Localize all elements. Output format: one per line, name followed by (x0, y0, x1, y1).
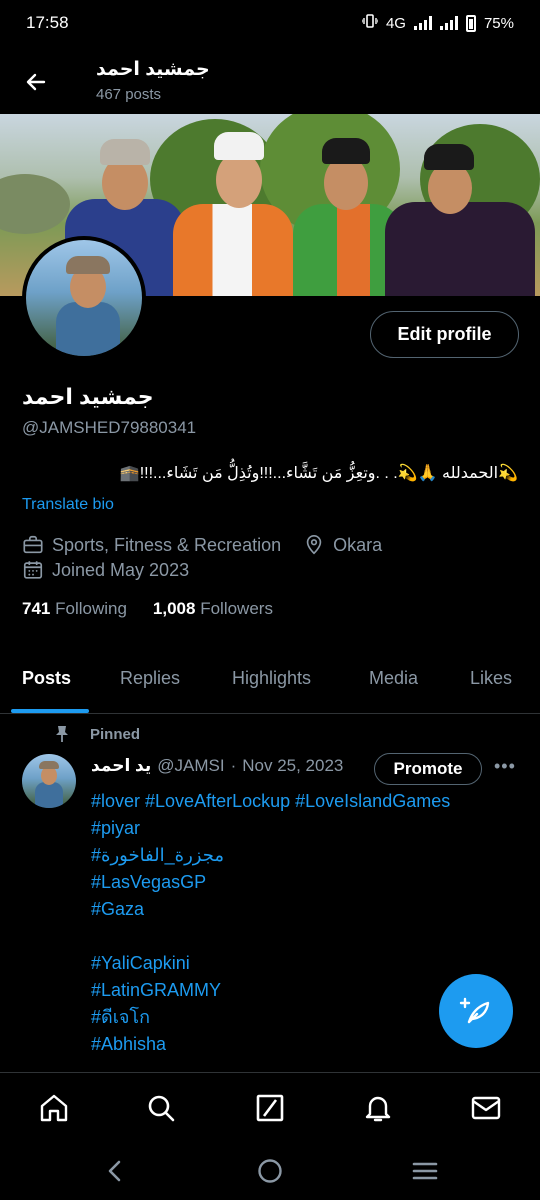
active-tab-indicator (11, 709, 89, 713)
status-icons: 4G 75% (361, 14, 514, 32)
system-back-button[interactable] (100, 1156, 130, 1186)
messages-icon (471, 1096, 501, 1120)
hashtag-line[interactable]: #LasVegasGP (91, 869, 521, 896)
followers-count: 1,008 (152, 599, 196, 618)
nav-search[interactable] (144, 1091, 178, 1125)
nav-messages[interactable] (469, 1091, 503, 1125)
promote-button[interactable]: Promote (374, 753, 482, 785)
nav-notifications[interactable] (361, 1091, 395, 1125)
status-time: 17:58 (26, 13, 69, 32)
hashtag-line[interactable]: #مجزرة_الفاخورة (91, 842, 521, 869)
search-icon (148, 1095, 175, 1122)
profile-header: جمشید احمد 467 posts (0, 52, 540, 112)
followers-link[interactable]: 1,008 Followers (153, 599, 273, 619)
banner-person (168, 114, 298, 296)
battery-level: 75% (483, 14, 514, 32)
profile-handle: @JAMSHED79880341 (22, 418, 197, 437)
status-bar: 17:58 4G 75% (0, 0, 540, 46)
header-post-count: 467 posts (96, 86, 162, 103)
hashtag-line[interactable]: #lover #LoveAfterLockup #LoveIslandGames (91, 788, 521, 815)
grok-icon (256, 1094, 284, 1122)
compose-post-button[interactable] (439, 974, 513, 1048)
arrow-left-icon (26, 73, 46, 91)
tab-highlights[interactable]: Highlights (232, 668, 311, 689)
notifications-icon (365, 1096, 391, 1122)
pinned-label: Pinned (90, 725, 141, 743)
compose-feather-icon (459, 997, 490, 1024)
post-author-avatar[interactable] (22, 754, 76, 808)
following-count: 741 (22, 599, 51, 618)
profile-joined: Joined May 2023 (52, 559, 190, 580)
nav-grok[interactable] (253, 1091, 287, 1125)
following-link[interactable]: 741 Following (22, 599, 127, 619)
profile-tabs: Posts Replies Highlights Media Likes (0, 654, 540, 714)
follow-stats: 741 Following 1,008 Followers (22, 599, 273, 619)
post-date[interactable]: Nov 25, 2023 (242, 756, 343, 776)
profile-bio: 💫الحمدلله 🙏💫. . .وتعِزُّ مَن تَشَّاء...!… (119, 465, 518, 482)
profile-location: Okara (333, 534, 383, 555)
tab-likes[interactable]: Likes (470, 668, 512, 689)
post-header: ید احمد @JAMSI · Nov 25, 2023 (91, 756, 343, 776)
following-label: Following (55, 599, 127, 618)
vibrate-icon (361, 14, 379, 32)
hashtag-line[interactable]: #Gaza (91, 896, 521, 923)
nav-home[interactable] (37, 1091, 71, 1125)
home-circle-icon (258, 1159, 282, 1183)
banner-person (380, 114, 540, 296)
profile-name: جمشید احمد (22, 384, 154, 409)
tab-posts[interactable]: Posts (22, 668, 71, 689)
post-author-handle[interactable]: @JAMSI (157, 756, 224, 776)
hashtag-line[interactable]: #YaliCapkini (91, 950, 521, 977)
home-icon (40, 1094, 68, 1122)
post-more-button[interactable]: ••• (494, 756, 516, 777)
hashtag-line (91, 923, 521, 950)
profile-category: Sports, Fitness & Recreation (52, 534, 282, 555)
tab-media[interactable]: Media (369, 668, 418, 689)
post-separator: · (230, 756, 237, 775)
profile-joined-row: Joined May 2023 (22, 559, 189, 581)
post-author-name[interactable]: ید احمد (91, 756, 151, 776)
profile-meta-row: Sports, Fitness & Recreation Okara (22, 534, 382, 556)
system-recents-button[interactable] (410, 1156, 440, 1186)
signal-icon (413, 16, 432, 30)
header-title: جمشید احمد (96, 59, 210, 80)
back-triangle-icon (108, 1160, 121, 1182)
signal-icon (439, 16, 458, 30)
hashtag-line[interactable]: #piyar (91, 815, 521, 842)
pinned-indicator: Pinned (54, 725, 140, 743)
network-type: 4G (385, 14, 406, 32)
edit-profile-button[interactable]: Edit profile (370, 311, 519, 358)
system-navigation-bar (0, 1142, 540, 1200)
map-pin-icon (306, 535, 322, 555)
battery-icon (465, 14, 476, 32)
profile-avatar[interactable] (22, 236, 146, 360)
followers-label: Followers (200, 599, 273, 618)
pin-icon (56, 726, 68, 742)
calendar-icon (23, 561, 43, 579)
recents-icon (412, 1162, 438, 1180)
bottom-navigation (0, 1072, 540, 1142)
back-button[interactable] (20, 66, 52, 98)
tab-replies[interactable]: Replies (120, 668, 180, 689)
briefcase-icon (23, 535, 43, 554)
translate-bio-link[interactable]: Translate bio (22, 496, 114, 514)
system-home-button[interactable] (255, 1156, 285, 1186)
